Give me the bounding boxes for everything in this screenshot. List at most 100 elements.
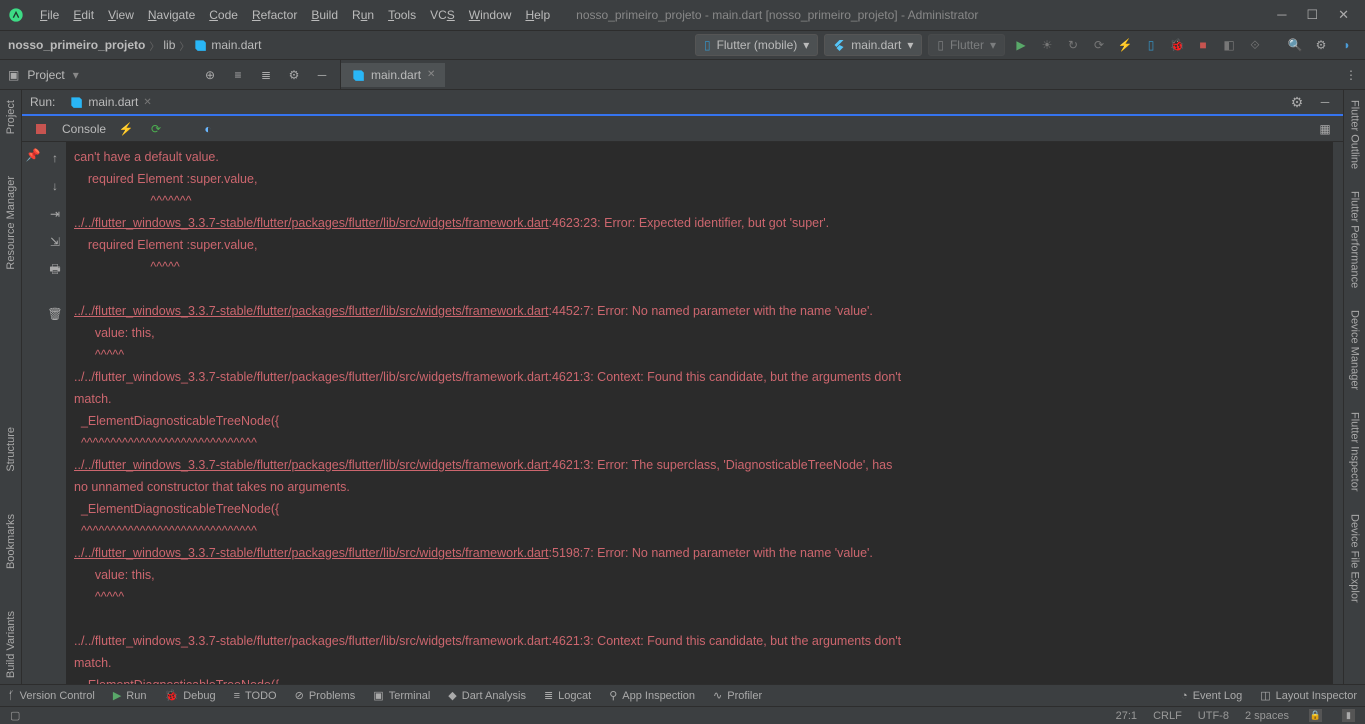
lock-icon[interactable]: 🔒: [1309, 709, 1322, 722]
print-icon[interactable]: 🖶: [45, 260, 65, 280]
profile-button[interactable]: ⟳: [1089, 35, 1109, 55]
hot-restart-icon[interactable]: ⟳: [146, 119, 166, 139]
collapse-all-icon[interactable]: ≣: [256, 65, 276, 85]
scroll-end-icon[interactable]: ⇲: [45, 232, 65, 252]
status-encoding[interactable]: UTF-8: [1198, 710, 1229, 722]
tab-build-variants[interactable]: Build Variants: [5, 605, 17, 684]
select-opened-file-icon[interactable]: ⊕: [200, 65, 220, 85]
search-button[interactable]: 🔍: [1285, 35, 1305, 55]
settings-button[interactable]: ⚙: [1311, 35, 1331, 55]
maximize-button[interactable]: ☐: [1306, 7, 1318, 23]
tool-app-inspection[interactable]: ⚲App Inspection: [609, 689, 695, 702]
tab-flutter-performance[interactable]: Flutter Performance: [1349, 185, 1361, 294]
tool-todo[interactable]: ≡TODO: [234, 690, 277, 702]
breadcrumb-file[interactable]: main.dart: [211, 38, 261, 52]
settings-icon[interactable]: ⚙: [284, 65, 304, 85]
minimize-button[interactable]: ─: [1277, 7, 1286, 23]
tool-run[interactable]: ▶Run: [113, 689, 147, 702]
project-title[interactable]: Project: [27, 68, 64, 82]
menu-help[interactable]: Help: [519, 4, 556, 26]
hot-reload-icon[interactable]: ⚡: [116, 119, 136, 139]
soft-wrap-icon[interactable]: ⇥: [45, 204, 65, 224]
tool-version-control[interactable]: ᚶVersion Control: [8, 690, 95, 702]
profiler-icon: ∿: [713, 689, 722, 702]
tool-logcat[interactable]: ≣Logcat: [544, 689, 591, 702]
tool-event-log[interactable]: ◔Event Log: [1181, 689, 1242, 702]
tool-debug[interactable]: 🐞Debug: [164, 689, 215, 702]
menu-navigate[interactable]: Navigate: [142, 4, 201, 26]
menu-vcs[interactable]: VCS: [424, 4, 461, 26]
tab-device-file-explorer[interactable]: Device File Explor: [1349, 508, 1361, 609]
hide-icon[interactable]: ─: [312, 65, 332, 85]
tab-flutter-outline[interactable]: Flutter Outline: [1349, 94, 1361, 175]
tab-device-manager[interactable]: Device Manager: [1349, 304, 1361, 396]
menu-window[interactable]: Window: [463, 4, 518, 26]
tab-bookmarks[interactable]: Bookmarks: [5, 508, 17, 575]
run-tab-main[interactable]: main.dart ✕: [63, 92, 157, 112]
tool-problems[interactable]: ⊘Problems: [295, 689, 356, 702]
tool-layout-inspector[interactable]: ◫Layout Inspector: [1260, 689, 1357, 702]
log-icon: ◔: [1181, 690, 1188, 702]
breadcrumb-project[interactable]: nosso_primeiro_projeto: [8, 38, 145, 52]
stop-button[interactable]: ■: [1193, 35, 1213, 55]
menu-view[interactable]: View: [102, 4, 140, 26]
git-button[interactable]: ◧: [1219, 35, 1239, 55]
chevron-down-icon[interactable]: ▾: [73, 68, 79, 82]
run-button[interactable]: ▶: [1011, 35, 1031, 55]
tab-resource-manager[interactable]: Resource Manager: [5, 170, 17, 276]
close-icon[interactable]: ✕: [143, 97, 151, 108]
stop-process-button[interactable]: [36, 124, 46, 134]
tool-terminal[interactable]: ▣Terminal: [373, 689, 430, 702]
warning-icon: ⊘: [295, 689, 304, 702]
menu-build[interactable]: Build: [305, 4, 344, 26]
up-icon[interactable]: ↑: [45, 148, 65, 168]
menu-code[interactable]: Code: [203, 4, 244, 26]
tab-flutter-inspector[interactable]: Flutter Inspector: [1349, 406, 1361, 497]
tab-structure[interactable]: Structure: [5, 421, 17, 478]
status-indent[interactable]: 2 spaces: [1245, 710, 1289, 722]
hide-icon[interactable]: ─: [1315, 92, 1335, 112]
breadcrumb-folder[interactable]: lib: [163, 38, 175, 52]
bottom-tool-bar: ᚶVersion Control ▶Run 🐞Debug ≡TODO ⊘Prob…: [0, 684, 1365, 706]
expand-all-icon[interactable]: ≡: [228, 65, 248, 85]
phone-icon: ▯: [937, 38, 944, 52]
settings-icon[interactable]: ⚙: [1287, 92, 1307, 112]
status-eol[interactable]: CRLF: [1153, 710, 1182, 722]
hot-reload-button[interactable]: ⚡: [1115, 35, 1135, 55]
scrollbar[interactable]: [1333, 142, 1343, 684]
console-tab[interactable]: Console: [62, 122, 106, 136]
more-icon[interactable]: ⋮: [1345, 65, 1365, 85]
menu-run[interactable]: Run: [346, 4, 380, 26]
bug-icon: 🐞: [164, 689, 178, 702]
clear-icon[interactable]: 🗑: [45, 304, 65, 324]
menu-tools[interactable]: Tools: [382, 4, 422, 26]
tool-dart-analysis[interactable]: ◆Dart Analysis: [448, 689, 526, 702]
flutter-attach-selector[interactable]: ▯ Flutter ▾: [928, 34, 1005, 56]
device-selector[interactable]: ▯ Flutter (mobile) ▾: [695, 34, 818, 56]
open-devtools-icon[interactable]: ◐: [198, 119, 218, 139]
console-output[interactable]: can't have a default value. required Ele…: [66, 142, 1333, 684]
menu-file[interactable]: File: [34, 4, 65, 26]
menu-refactor[interactable]: Refactor: [246, 4, 303, 26]
status-position[interactable]: 27:1: [1116, 710, 1137, 722]
close-button[interactable]: ✕: [1338, 7, 1349, 23]
editor-tab-main[interactable]: main.dart ✕: [341, 63, 445, 87]
logcat-icon: ≣: [544, 689, 553, 702]
tab-project[interactable]: Project: [5, 94, 17, 140]
memory-indicator[interactable]: ▮: [1342, 709, 1355, 722]
menu-edit[interactable]: Edit: [67, 4, 100, 26]
android-debug-button[interactable]: 🐞: [1167, 35, 1187, 55]
layout-settings-icon[interactable]: ▦: [1315, 119, 1335, 139]
coverage-button[interactable]: ↻: [1063, 35, 1083, 55]
down-icon[interactable]: ↓: [45, 176, 65, 196]
profile-avatar[interactable]: ◗: [1337, 35, 1357, 55]
phone-icon: ▯: [704, 38, 711, 52]
attach-debugger-button[interactable]: ▯: [1141, 35, 1161, 55]
run-config-selector[interactable]: main.dart ▾: [824, 34, 922, 56]
sync-button[interactable]: ⟐: [1245, 35, 1265, 55]
tool-profiler[interactable]: ∿Profiler: [713, 689, 762, 702]
debug-button[interactable]: ☀: [1037, 35, 1057, 55]
status-showpanel[interactable]: ▢: [10, 709, 20, 722]
pin-icon[interactable]: 📌: [26, 148, 41, 162]
close-icon[interactable]: ✕: [427, 69, 435, 80]
